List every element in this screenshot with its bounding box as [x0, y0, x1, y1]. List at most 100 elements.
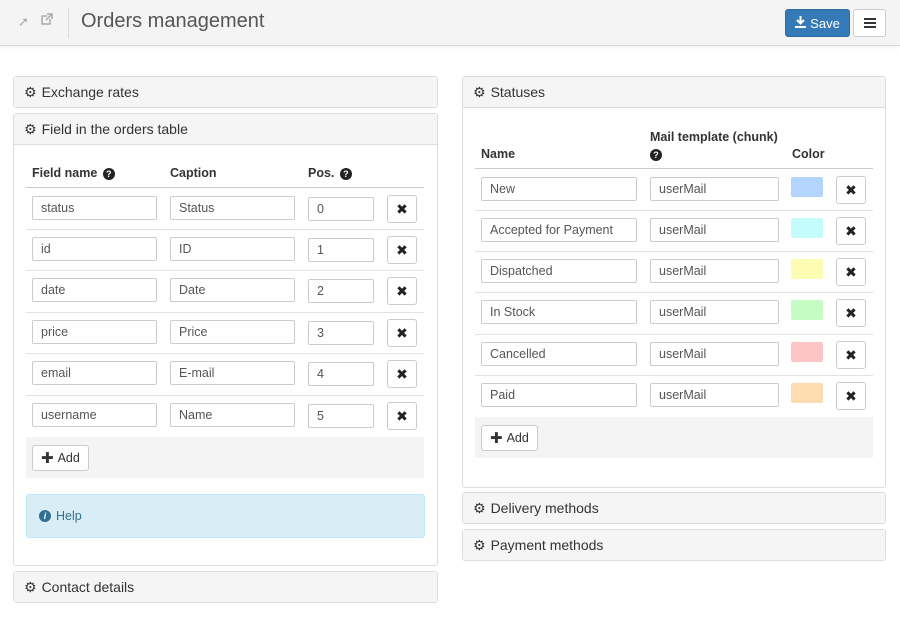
- remove-row-button[interactable]: ✖: [387, 319, 417, 347]
- panel-title: Field in the orders table: [41, 121, 188, 137]
- color-swatch[interactable]: [791, 383, 823, 403]
- question-icon[interactable]: ?: [102, 168, 115, 180]
- plus-icon: ✚: [41, 450, 54, 467]
- caption-input[interactable]: Date: [170, 278, 295, 302]
- gear-icon: ⚙: [24, 120, 37, 137]
- caption-input[interactable]: E-mail: [170, 361, 295, 385]
- row-divider: [26, 353, 424, 354]
- field-name-input[interactable]: status: [32, 196, 157, 220]
- question-icon[interactable]: ?: [650, 149, 662, 161]
- add-status-button[interactable]: ✚ Add: [481, 425, 538, 451]
- color-swatch[interactable]: [791, 259, 823, 279]
- column-header-mail-template: Mail template (chunk) ?: [650, 130, 778, 161]
- gear-icon: ⚙: [473, 83, 486, 100]
- color-swatch[interactable]: [791, 218, 823, 238]
- page-title: Orders management: [81, 10, 265, 32]
- color-swatch[interactable]: [791, 342, 823, 362]
- column-header-field-name: Field name ?: [32, 166, 115, 180]
- caption-input[interactable]: ID: [170, 237, 295, 261]
- position-input[interactable]: 4: [308, 362, 374, 386]
- mail-template-input[interactable]: userMail: [650, 300, 779, 324]
- row-divider: [26, 395, 424, 396]
- add-field-button[interactable]: ✚ Add: [32, 445, 89, 471]
- mail-template-input[interactable]: userMail: [650, 218, 779, 242]
- position-input[interactable]: 2: [308, 279, 374, 303]
- header-divider: [475, 168, 873, 169]
- field-name-input[interactable]: date: [32, 278, 157, 302]
- header-divider: [26, 187, 424, 188]
- panel-title: Delivery methods: [490, 500, 599, 516]
- caption-input[interactable]: Name: [170, 403, 295, 427]
- position-input[interactable]: 0: [308, 197, 374, 221]
- external-link-icon[interactable]: [41, 13, 53, 28]
- mail-template-input[interactable]: userMail: [650, 383, 779, 407]
- remove-row-button[interactable]: ✖: [387, 360, 417, 388]
- gear-icon: ⚙: [473, 536, 486, 553]
- delivery-methods-panel[interactable]: ⚙ Delivery methods: [462, 492, 886, 524]
- position-input[interactable]: 1: [308, 238, 374, 262]
- help-box[interactable]: i Help: [26, 494, 425, 538]
- remove-status-button[interactable]: ✖: [836, 299, 866, 327]
- status-name-input[interactable]: New: [481, 177, 637, 201]
- field-name-input[interactable]: username: [32, 403, 157, 427]
- hamburger-icon: [863, 18, 876, 28]
- color-swatch[interactable]: [791, 177, 823, 197]
- panel-title: Contact details: [41, 579, 135, 595]
- contact-details-panel[interactable]: ⚙ Contact details: [13, 571, 438, 603]
- menu-button[interactable]: [853, 9, 886, 37]
- panel-header[interactable]: ⚙ Field in the orders table: [14, 114, 437, 145]
- remove-row-button[interactable]: ✖: [387, 195, 417, 223]
- top-toolbar: ➚ Orders management Save: [0, 0, 900, 46]
- remove-row-button[interactable]: ✖: [387, 277, 417, 305]
- status-name-input[interactable]: Accepted for Payment: [481, 218, 637, 242]
- column-header-caption: Caption: [170, 166, 217, 180]
- add-label: Add: [506, 431, 529, 445]
- remove-status-button[interactable]: ✖: [836, 176, 866, 204]
- panel-title: Exchange rates: [41, 84, 139, 100]
- question-icon[interactable]: ?: [339, 168, 352, 180]
- status-name-input[interactable]: Dispatched: [481, 259, 637, 283]
- save-label: Save: [810, 15, 840, 31]
- exchange-rates-panel[interactable]: ⚙ Exchange rates: [13, 76, 438, 108]
- remove-status-button[interactable]: ✖: [836, 382, 866, 410]
- mail-template-input[interactable]: userMail: [650, 177, 779, 201]
- panel-title: Statuses: [490, 84, 546, 100]
- row-divider: [26, 270, 424, 271]
- panel-header[interactable]: ⚙ Statuses: [463, 77, 885, 108]
- remove-status-button[interactable]: ✖: [836, 258, 866, 286]
- info-icon: i: [39, 510, 51, 522]
- add-label: Add: [57, 451, 80, 465]
- payment-methods-panel[interactable]: ⚙ Payment methods: [462, 529, 886, 561]
- remove-row-button[interactable]: ✖: [387, 402, 417, 430]
- status-name-input[interactable]: Cancelled: [481, 342, 637, 366]
- toolbar-divider: [68, 8, 69, 38]
- gear-icon: ⚙: [473, 499, 486, 516]
- field-name-input[interactable]: price: [32, 320, 157, 344]
- save-button[interactable]: Save: [785, 9, 850, 37]
- column-header-name: Name: [481, 147, 516, 161]
- field-name-input[interactable]: id: [32, 237, 157, 261]
- row-divider: [26, 312, 424, 313]
- column-header-pos: Pos. ?: [308, 166, 352, 180]
- caption-input[interactable]: Price: [170, 320, 295, 344]
- position-input[interactable]: 3: [308, 321, 374, 345]
- panel-title: Payment methods: [490, 537, 604, 553]
- field-name-input[interactable]: email: [32, 361, 157, 385]
- status-name-input[interactable]: In Stock: [481, 300, 637, 324]
- remove-row-button[interactable]: ✖: [387, 236, 417, 264]
- status-name-input[interactable]: Paid: [481, 383, 637, 407]
- row-divider: [475, 334, 873, 335]
- gear-icon: ⚙: [24, 578, 37, 595]
- remove-status-button[interactable]: ✖: [836, 217, 866, 245]
- color-swatch[interactable]: [791, 300, 823, 320]
- mail-template-input[interactable]: userMail: [650, 259, 779, 283]
- row-divider: [475, 292, 873, 293]
- mail-template-input[interactable]: userMail: [650, 342, 779, 366]
- gear-icon: ⚙: [24, 83, 37, 100]
- pin-icon[interactable]: ➚: [18, 14, 29, 30]
- row-divider: [475, 210, 873, 211]
- position-input[interactable]: 5: [308, 404, 374, 428]
- row-divider: [475, 251, 873, 252]
- caption-input[interactable]: Status: [170, 196, 295, 220]
- remove-status-button[interactable]: ✖: [836, 341, 866, 369]
